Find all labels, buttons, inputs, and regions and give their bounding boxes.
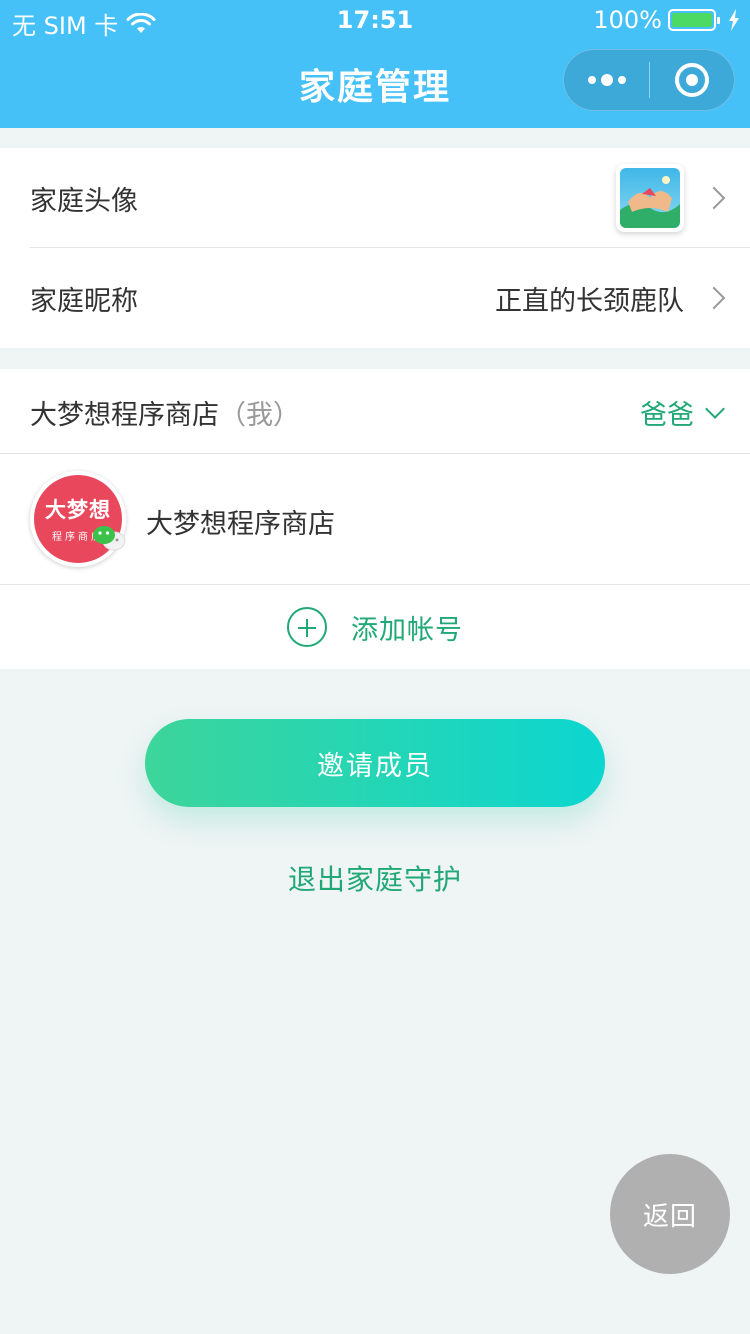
add-account-label: 添加帐号 [351, 614, 463, 646]
back-button[interactable]: 返回 [610, 1154, 730, 1274]
family-nickname-label: 家庭昵称 [30, 285, 138, 317]
account-row: 大梦想 程序商店 大梦想程序商店 [0, 454, 750, 584]
role-label: 爸爸 [640, 400, 694, 431]
account-name: 大梦想程序商店 [146, 509, 335, 540]
close-miniprogram-button[interactable] [650, 49, 734, 111]
avatar: 大梦想 程序商店 [30, 471, 126, 567]
more-dot-icon [587, 76, 596, 84]
wechat-icon [93, 526, 126, 551]
more-dot-icon [617, 76, 626, 84]
member-me-tag: （我） [219, 400, 300, 431]
family-avatar-image [616, 164, 684, 232]
more-dot-icon [600, 74, 613, 86]
target-circle-icon [674, 63, 709, 97]
avatar-title-text: 大梦想 [45, 498, 111, 522]
family-nickname-value: 正直的长颈鹿队 [495, 285, 684, 317]
chevron-down-icon [705, 398, 725, 419]
family-info-card: 家庭头像 家庭昵称 正直的长颈鹿队 [0, 148, 750, 348]
role-selector[interactable]: 爸爸 [640, 393, 725, 432]
more-menu-button[interactable] [564, 49, 649, 111]
charging-bolt-icon [729, 9, 739, 31]
quit-family-link[interactable]: 退出家庭守护 [0, 858, 750, 898]
invite-member-button[interactable]: 邀请成员 [145, 719, 605, 807]
family-avatar-illustration [620, 168, 680, 228]
nav-header: 无 SIM 卡 17:51 100% 家庭管理 [0, 0, 750, 128]
chevron-right-icon [702, 286, 726, 310]
family-avatar-label: 家庭头像 [30, 185, 138, 217]
member-card: 大梦想程序商店（我） 爸爸 大梦想 程序商店 大梦想程序商店 添加帐号 [0, 369, 750, 669]
status-bar: 无 SIM 卡 17:51 100% [0, 0, 750, 40]
plus-circle-icon [287, 607, 327, 647]
member-name-text: 大梦想程序商店 [30, 400, 219, 431]
battery-percent: 100% [593, 6, 662, 34]
member-name: 大梦想程序商店（我） [30, 393, 300, 432]
battery-icon [668, 9, 720, 31]
add-account-button[interactable]: 添加帐号 [0, 585, 750, 669]
family-avatar-row[interactable]: 家庭头像 [0, 148, 750, 248]
chevron-right-icon [702, 186, 726, 210]
member-header: 大梦想程序商店（我） 爸爸 [0, 369, 750, 453]
miniprogram-capsule [563, 49, 735, 111]
family-nickname-row[interactable]: 家庭昵称 正直的长颈鹿队 [0, 248, 750, 348]
